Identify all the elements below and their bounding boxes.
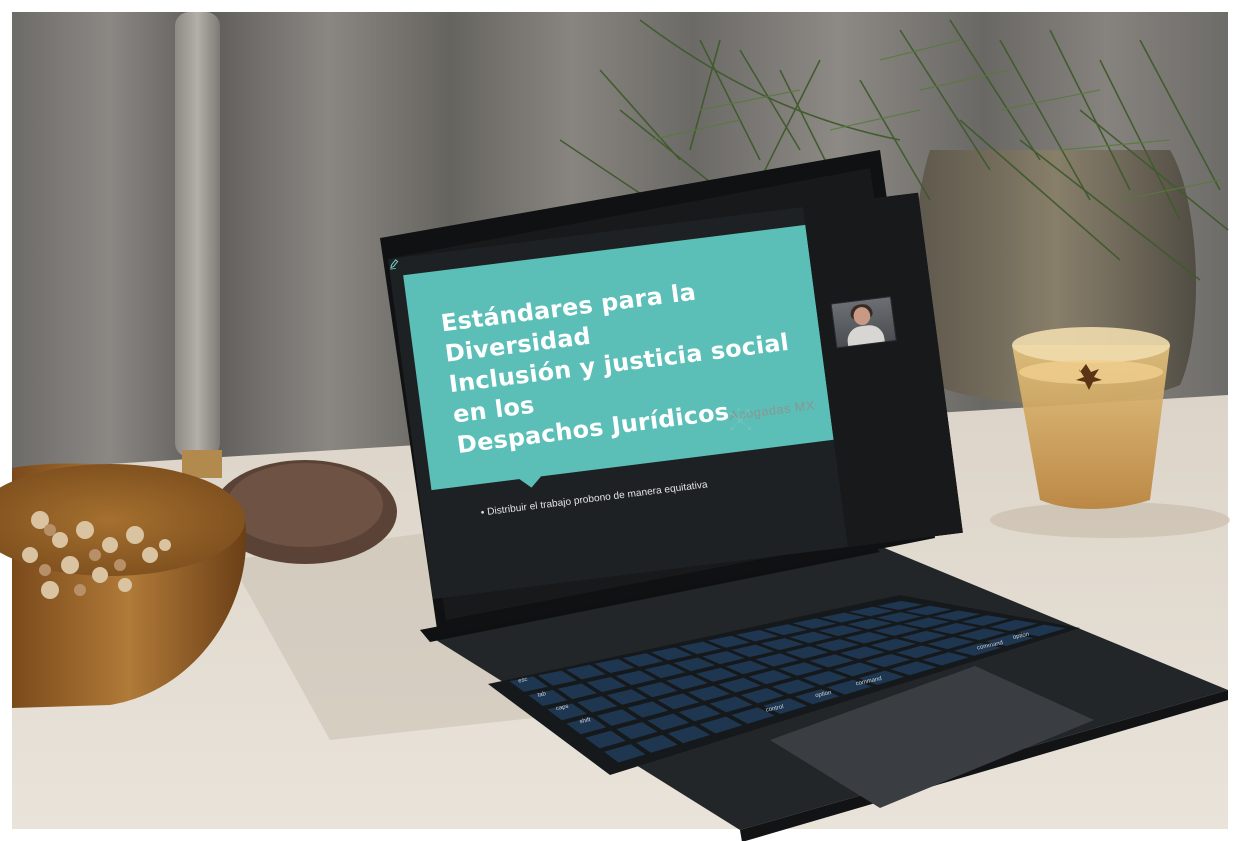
participant-video-thumbnail[interactable] <box>830 296 897 349</box>
photo-scene: command option control command option esc tab c… <box>0 0 1240 841</box>
pen-icon[interactable] <box>388 258 400 270</box>
slide-bullet-text: • Distribuir el trabajo probono de maner… <box>480 479 709 519</box>
slide-callout-pointer <box>517 474 545 490</box>
network-logo-icon <box>729 408 752 431</box>
presentation-slide: Estándares para la Diversidad Inclusión … <box>388 192 963 600</box>
laptop-screen: Estándares para la Diversidad Inclusión … <box>388 192 963 600</box>
